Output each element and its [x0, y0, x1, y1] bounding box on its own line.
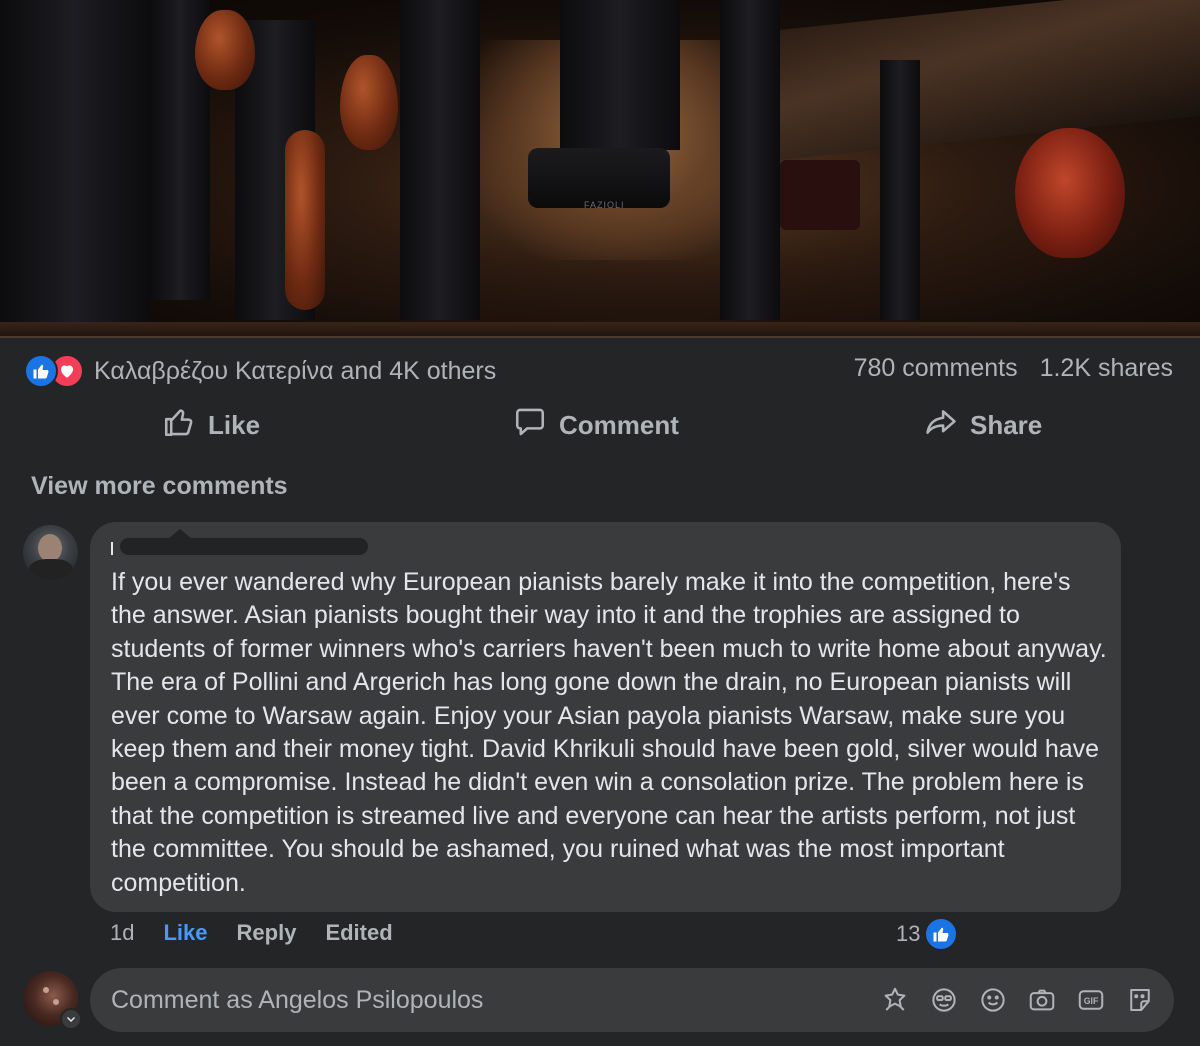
- avatar-sticker-icon[interactable]: [879, 984, 911, 1016]
- avatar-detail: [43, 987, 49, 993]
- speech-bubble-icon: [513, 405, 547, 446]
- stage-edge: [0, 336, 1200, 338]
- svg-text:GIF: GIF: [1084, 996, 1099, 1006]
- redaction-mark: [120, 538, 368, 555]
- reactors-text[interactable]: Καλαβρέζου Κατερίνα and 4K others: [94, 357, 496, 386]
- cello: [1015, 128, 1125, 258]
- comment-timestamp[interactable]: 1d: [110, 920, 134, 946]
- share-label: Share: [970, 409, 1043, 440]
- comment-edited-label[interactable]: Edited: [325, 920, 392, 946]
- reaction-count-value: 13: [896, 921, 921, 946]
- smiley-icon[interactable]: [977, 984, 1009, 1016]
- avatar-face: [38, 534, 62, 562]
- like-icon: [24, 354, 58, 388]
- piano-bench: [528, 148, 670, 208]
- facebook-post-window: FAZIOLI Καλαβρέζου Κατερίνα and 4K other…: [0, 0, 1200, 1046]
- post-stats: 780 comments 1.2K shares: [854, 354, 1173, 383]
- chevron-down-icon[interactable]: [60, 1008, 82, 1030]
- violin: [340, 55, 398, 150]
- piano-leg: [880, 60, 920, 320]
- reactions-summary[interactable]: Καλαβρέζου Κατερίνα and 4K others: [24, 352, 496, 390]
- view-more-comments-link[interactable]: View more comments: [31, 472, 288, 501]
- share-arrow-icon: [924, 405, 958, 446]
- camera-icon[interactable]: [1026, 984, 1058, 1016]
- comment-meta: 1d Like Reply Edited: [110, 918, 393, 948]
- share-button[interactable]: Share: [924, 400, 1042, 450]
- avatar-body: [29, 559, 73, 580]
- violin-stand: [285, 130, 325, 310]
- commenter-avatar[interactable]: [23, 525, 78, 580]
- performer-figure: [720, 0, 780, 320]
- like-icon: [924, 917, 959, 951]
- composer-tools: GIF: [879, 984, 1156, 1016]
- like-button[interactable]: Like: [162, 400, 260, 450]
- like-label: Like: [208, 409, 261, 440]
- performer-figure: [560, 0, 680, 150]
- emoji-face-icon[interactable]: [928, 984, 960, 1016]
- thumbs-up-outline-icon: [162, 405, 196, 446]
- grand-piano: [740, 0, 1200, 165]
- avatar-detail: [53, 999, 59, 1005]
- comment-button[interactable]: Comment: [513, 400, 679, 450]
- comments-count[interactable]: 780 comments: [854, 354, 1018, 383]
- performer-figure: [400, 0, 480, 320]
- bench-label: FAZIOLI: [584, 200, 625, 210]
- comment-text: If you ever wandered why European pianis…: [111, 568, 1107, 897]
- chair: [780, 160, 860, 230]
- shares-count[interactable]: 1.2K shares: [1040, 354, 1173, 383]
- comment-author-name[interactable]: [110, 529, 368, 555]
- post-photo[interactable]: FAZIOLI: [0, 0, 1200, 338]
- sticker-icon[interactable]: [1124, 984, 1156, 1016]
- comment-reply-button[interactable]: Reply: [237, 920, 297, 946]
- comment-like-button[interactable]: Like: [163, 920, 207, 946]
- comment-reaction-count[interactable]: 13: [896, 917, 959, 951]
- comment-label: Comment: [559, 409, 679, 440]
- performer-figure: [0, 0, 150, 330]
- gif-icon[interactable]: GIF: [1075, 984, 1107, 1016]
- violin: [195, 10, 255, 90]
- comment-composer: GIF: [90, 968, 1174, 1032]
- author-name-fragment: [111, 542, 113, 555]
- comment-input[interactable]: [111, 968, 851, 1032]
- post-actions: Like Comment Share: [0, 400, 1200, 450]
